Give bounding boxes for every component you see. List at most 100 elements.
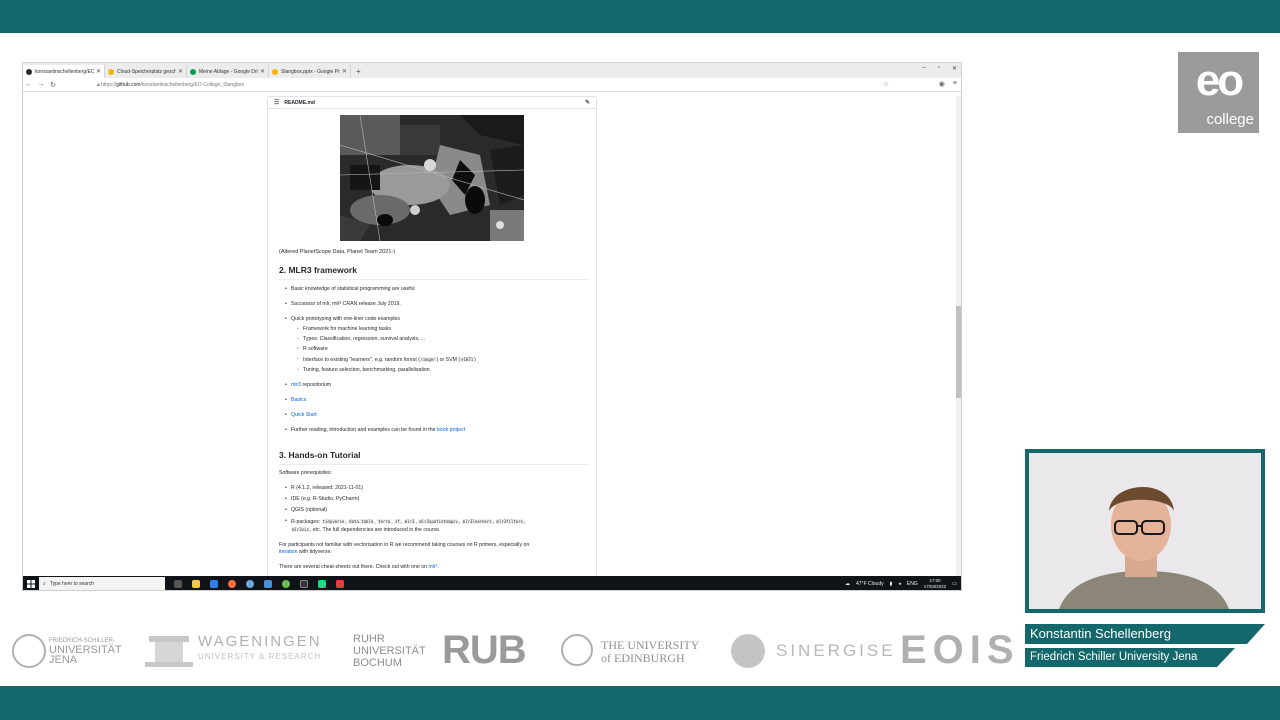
sub-list-item: Framework for machine learning tasks <box>279 326 589 333</box>
rub-logo: RUB <box>442 628 527 672</box>
image-caption: (Altered PlanetScope Data, Planet Team 2… <box>279 249 396 255</box>
reload-icon[interactable]: ↻ <box>47 81 59 89</box>
section-tutorial: 3. Hands-on Tutorial Software prerequisi… <box>279 450 589 571</box>
browser-app-icon[interactable] <box>243 577 257 590</box>
scrollbar-thumb[interactable] <box>956 306 961 398</box>
jena-logo-text: UNIVERSITÄT JENA <box>49 644 122 666</box>
sub-list-item: Types: Classification, regression, survi… <box>279 336 589 343</box>
shared-screen: konstantinschellenberg/EO-Co ✕ Cloud-Spe… <box>22 62 962 591</box>
qgis-icon[interactable] <box>279 577 293 590</box>
file-explorer-icon[interactable] <box>189 577 203 590</box>
list-icon[interactable]: ☰ <box>274 99 279 106</box>
pycharm-icon[interactable] <box>315 577 329 590</box>
task-view-icon[interactable] <box>171 577 185 590</box>
page-scrollbar[interactable] <box>956 96 961 576</box>
sinergise-globe-icon <box>731 634 765 668</box>
firefox-icon[interactable] <box>225 577 239 590</box>
network-icon[interactable]: ▮ <box>890 581 893 587</box>
satellite-image <box>340 115 524 241</box>
forward-arrow-icon[interactable]: → <box>35 81 47 88</box>
github-page: ☰ README.md ✎ (Altered PlanetScope Data,… <box>23 92 961 586</box>
windows-taskbar: ⌕ Type here to search ☁ 47°F Cloudy ▮ ◂ … <box>23 576 961 590</box>
eo-college-logo: eo college <box>1178 52 1259 133</box>
readme-panel: ☰ README.md ✎ (Altered PlanetScope Data,… <box>267 96 597 586</box>
sub-list-item: R software <box>279 346 589 353</box>
list-item: QGIS (optional) <box>279 507 589 514</box>
edit-pencil-icon[interactable]: ✎ <box>585 99 590 106</box>
list-item: Quick Start <box>279 412 589 419</box>
maximize-button[interactable]: ▫ <box>938 65 940 72</box>
notification-icon[interactable]: ▭ <box>952 581 957 587</box>
browser-tabstrip: konstantinschellenberg/EO-Co ✕ Cloud-Spe… <box>23 63 961 78</box>
basics-link[interactable]: Basics <box>291 397 306 403</box>
taskbar-search-input[interactable]: ⌕ Type here to search <box>39 577 165 590</box>
url-field[interactable]: 🔒︎ https://github.com/konstantinschellen… <box>97 82 244 88</box>
speaker-affiliation-banner: Friedrich Schiller University Jena <box>1025 648 1235 667</box>
list-item: Successor of mlr, mlr³ CRAN release July… <box>279 301 589 308</box>
sub-list-item: Interface to existing "learners", e.g. r… <box>279 356 589 364</box>
bookmark-star-icon[interactable]: ☆ <box>883 80 889 88</box>
paragraph: Software prerequisites: <box>279 470 333 476</box>
menu-icon[interactable]: ≡ <box>953 80 957 88</box>
mlr3-repo-link[interactable]: mlr3 <box>291 382 301 388</box>
readme-header: ☰ README.md ✎ <box>268 97 596 109</box>
window-controls: – ▫ ✕ <box>922 65 957 72</box>
address-bar: ← → ↻ 🔒︎ https://github.com/konstantinsc… <box>23 78 961 92</box>
close-window-button[interactable]: ✕ <box>952 65 957 72</box>
taskbar-clock[interactable]: 17:00 17/03/2022 <box>924 578 947 590</box>
list-item: R (4.1.2, released: 2021-11-01) <box>279 485 589 492</box>
list-item: R-packages: tidyverse, data.table, terra… <box>279 518 589 526</box>
wageningen-logo-text: WAGENINGEN <box>198 633 322 650</box>
list-item: Quick prototyping with one-liner code ex… <box>279 316 589 323</box>
eois-logo: EOIS <box>900 628 1020 672</box>
sub-list-item: Tuning, feature selection, benchmarking,… <box>279 367 589 374</box>
list-item: Further reading, introduction and exampl… <box>279 427 589 434</box>
tab-close-icon[interactable]: ✕ <box>178 68 183 75</box>
browser-tab-0[interactable]: konstantinschellenberg/EO-Co ✕ <box>23 65 105 78</box>
book-project-link[interactable]: book project <box>437 427 465 433</box>
volume-icon[interactable]: ◂ <box>898 581 901 587</box>
minimize-button[interactable]: – <box>922 65 925 72</box>
new-tab-button[interactable]: + <box>351 65 366 78</box>
browser-tab-3[interactable]: Slangbox.pptx - Google Präsen ✕ <box>269 65 351 78</box>
list-item: Basics <box>279 397 589 404</box>
wageningen-logo-graphic <box>145 636 193 667</box>
mlr3-cheatsheet-link[interactable]: mlr³ <box>428 564 437 570</box>
video-frame: konstantinschellenberg/EO-Co ✕ Cloud-Spe… <box>0 0 1280 720</box>
speaker-video-image <box>1029 453 1261 609</box>
terminal-icon[interactable] <box>297 577 311 590</box>
windows-start-icon[interactable] <box>23 576 39 590</box>
back-arrow-icon[interactable]: ← <box>23 81 35 88</box>
browser-tab-2[interactable]: Meine Ablage - Google Drive ✕ <box>187 65 269 78</box>
satellite-image-graphic <box>340 115 524 241</box>
top-band <box>0 0 1280 33</box>
drive-icon <box>108 68 114 75</box>
github-icon <box>26 68 32 75</box>
paragraph: iteration with tidyverse. <box>279 549 332 555</box>
slides-icon <box>272 68 278 75</box>
speaker-name-banner: Konstantin Schellenberg <box>1025 624 1265 644</box>
presentation-app-icon[interactable] <box>333 577 347 590</box>
quick-start-link[interactable]: Quick Start <box>291 412 317 418</box>
sinergise-logo-text: SINERGISE <box>776 641 896 660</box>
edinburgh-logo-text: of EDINBURGH <box>601 651 685 665</box>
extension-icon[interactable]: ◉ <box>939 80 945 88</box>
tab-close-icon[interactable]: ✕ <box>342 68 347 75</box>
bottom-band <box>0 686 1280 720</box>
weather-icon: ☁ <box>845 581 851 587</box>
r-app-icon[interactable] <box>261 577 275 590</box>
tab-close-icon[interactable]: ✕ <box>260 68 265 75</box>
tab-close-icon[interactable]: ✕ <box>96 68 101 75</box>
browser-tab-1[interactable]: Cloud-Speicherplatz geschäftl ✕ <box>105 65 187 78</box>
mail-icon[interactable] <box>207 577 221 590</box>
jena-seal-icon <box>12 634 46 668</box>
windows-logo-icon <box>27 580 35 588</box>
list-item: IDE (e.g. R-Studio, PyCharm) <box>279 496 589 503</box>
section-heading: 3. Hands-on Tutorial <box>279 450 589 465</box>
speaker-camera <box>1025 449 1265 613</box>
search-icon: ⌕ <box>43 581 46 587</box>
ruhr-bochum-logo-text: RUHR UNIVERSITÄT BOCHUM <box>353 633 426 669</box>
iteration-link[interactable]: iteration <box>279 549 297 555</box>
wageningen-logo-subtext: UNIVERSITY & RESEARCH <box>198 652 322 661</box>
wageningen-building-icon <box>145 634 193 668</box>
